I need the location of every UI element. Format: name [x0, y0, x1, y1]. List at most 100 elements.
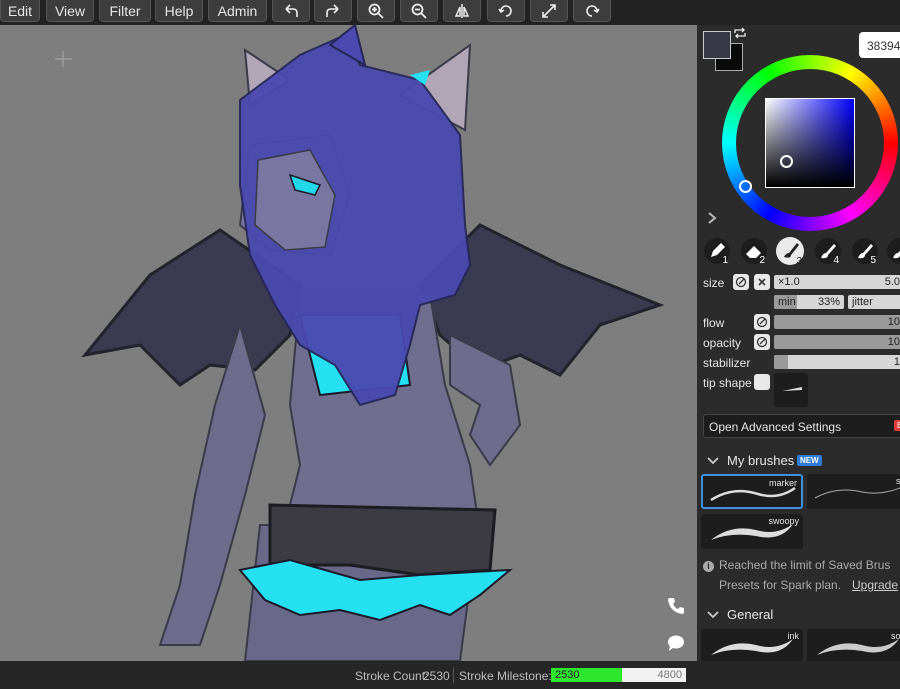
rotate-left-button[interactable] — [487, 0, 525, 22]
brush-preset-name: ink — [787, 631, 799, 641]
crosshair-cursor-icon — [55, 51, 72, 67]
menu-edit[interactable]: Edit — [0, 0, 40, 22]
swap-icon — [734, 27, 746, 39]
expand-arrow-button[interactable] — [707, 211, 717, 227]
stabilizer-slider[interactable]: 1 — [774, 355, 900, 369]
jitter-slider[interactable]: jitter — [848, 295, 900, 309]
flow-value: 10 — [887, 316, 900, 328]
brush-preset-save[interactable]: save — [807, 474, 900, 509]
stabilizer-fill — [774, 355, 788, 369]
undo-button[interactable] — [272, 0, 310, 22]
brush-slot-4[interactable]: 4 — [815, 238, 841, 266]
brush-slot-number: 2 — [759, 255, 765, 266]
flow-pressure-toggle[interactable] — [754, 314, 770, 330]
size-slider[interactable]: ×1.0 5.0 — [774, 275, 900, 289]
beta-badge: BE — [894, 420, 900, 431]
menu-view[interactable]: View — [46, 0, 94, 22]
tip-shape-preview[interactable] — [774, 373, 808, 407]
brush-preset-name: marker — [768, 478, 797, 488]
sv-picker-handle[interactable] — [780, 155, 793, 168]
chat-button[interactable] — [666, 633, 686, 653]
drawing-canvas[interactable] — [0, 25, 697, 661]
artwork — [55, 25, 665, 661]
reset-rotation-icon — [586, 4, 600, 17]
size-lock-toggle[interactable] — [754, 274, 770, 290]
pressure-icon — [756, 336, 768, 348]
brush-preset-name: swoopy — [768, 516, 799, 526]
upgrade-link[interactable]: Upgrade — [852, 578, 898, 592]
opacity-label: opacity — [703, 336, 742, 350]
stabilizer-value: 1 — [893, 356, 900, 368]
tip-shape-icon — [782, 387, 802, 391]
rotate-icon — [498, 4, 512, 17]
fullscreen-button[interactable] — [530, 0, 568, 22]
status-bar: Stroke Count: 2530 Stroke Milestone: 253… — [0, 661, 900, 689]
flip-icon — [454, 3, 470, 18]
zoom-out-icon — [411, 3, 427, 19]
min-label: min — [778, 296, 796, 308]
my-brushes-title: My brushes — [727, 453, 795, 468]
undo-icon — [285, 3, 298, 17]
menu-admin[interactable]: Admin — [208, 0, 267, 22]
min-size-slider[interactable]: min 33% — [774, 295, 844, 309]
pressure-icon — [756, 316, 768, 328]
tip-shape-label: tip shape — [703, 376, 752, 390]
size-label: size — [703, 276, 725, 290]
opacity-slider[interactable]: 10 — [774, 335, 900, 349]
brush-preset-marker[interactable]: marker — [701, 474, 803, 509]
top-toolbar: Edit View Filter Help Admin — [0, 0, 900, 25]
redo-button[interactable] — [314, 0, 352, 22]
stroke-preview-icon — [817, 639, 899, 655]
chevron-down-icon — [707, 457, 719, 465]
zoom-in-button[interactable] — [357, 0, 395, 22]
phone-icon — [668, 598, 684, 614]
tip-shape-toggle[interactable] — [754, 374, 770, 390]
zoom-out-button[interactable] — [400, 0, 438, 22]
info-icon: i — [703, 561, 714, 572]
brush-slot-5[interactable]: 5 — [852, 238, 878, 266]
saturation-value-square[interactable] — [765, 98, 855, 188]
limit-notice-line1: Reached the limit of Saved Brus — [719, 558, 891, 572]
new-badge: NEW — [797, 455, 822, 466]
opacity-pressure-toggle[interactable] — [754, 334, 770, 350]
flow-slider[interactable]: 10 — [774, 315, 900, 329]
hue-picker-handle[interactable] — [739, 180, 752, 193]
brush-slot-3[interactable]: 3 — [776, 237, 804, 267]
size-value: 5.0 — [884, 276, 900, 288]
size-pressure-toggle[interactable] — [733, 274, 749, 290]
reset-rotation-button[interactable] — [573, 0, 611, 22]
chevron-right-icon — [708, 212, 717, 224]
open-advanced-settings-button[interactable]: Open Advanced Settings BE — [703, 414, 900, 438]
jitter-label: jitter — [852, 296, 873, 308]
brush-icon — [893, 250, 900, 259]
swap-colors-button[interactable] — [733, 27, 747, 39]
brush-slot-number: 3 — [796, 256, 802, 267]
redo-icon — [326, 3, 339, 17]
min-value: 33% — [817, 296, 840, 308]
flip-button[interactable] — [443, 0, 481, 22]
menu-help[interactable]: Help — [155, 0, 203, 22]
brush-slot-1[interactable]: 1 — [704, 238, 730, 266]
advanced-settings-label: Open Advanced Settings — [709, 420, 842, 434]
brush-preset-ink[interactable]: ink — [701, 629, 803, 661]
close-icon — [758, 278, 766, 286]
brush-preset-name: save — [895, 476, 900, 486]
brush-slot-number: 4 — [833, 255, 839, 266]
tool-panel: 38394 1 2 3 4 5 size ×1.0 5.0 min 33% ji… — [697, 25, 900, 661]
milestone-progress-bar: 2530 4800 — [551, 668, 686, 682]
hex-input[interactable]: 38394 — [859, 32, 900, 58]
brush-preset-name: soft in — [890, 631, 900, 641]
brush-preset-swoopy[interactable]: swoopy — [701, 514, 803, 549]
status-divider — [453, 667, 454, 683]
brush-slot-number: 1 — [722, 255, 728, 266]
stroke-milestone-label: Stroke Milestone: — [459, 669, 552, 683]
chat-icon — [668, 635, 684, 651]
primary-color-swatch[interactable] — [703, 31, 731, 59]
menu-filter[interactable]: Filter — [99, 0, 151, 22]
brush-slot-2[interactable]: 2 — [741, 238, 767, 266]
phone-button[interactable] — [666, 596, 686, 616]
brush-slot-number: 5 — [870, 255, 876, 266]
milestone-current: 2530 — [555, 669, 580, 681]
brush-preset-soft-ink[interactable]: soft in — [807, 629, 900, 661]
brush-slot-6[interactable] — [887, 238, 900, 264]
